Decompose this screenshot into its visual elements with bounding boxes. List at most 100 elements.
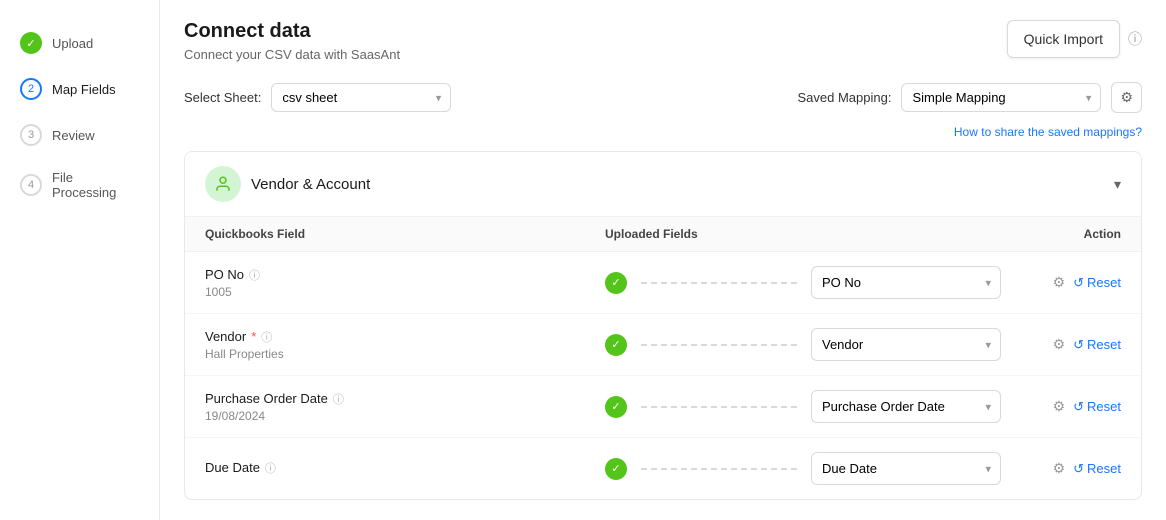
vendor-actions: ⚙ ↺ Reset <box>1001 336 1121 353</box>
qb-field-po-no: PO No ⓘ 1005 <box>205 267 605 299</box>
sidebar-label-map: Map Fields <box>52 82 116 97</box>
po-no-select-wrapper: PO No <box>811 266 1001 299</box>
po-date-check-icon: ✓ <box>605 396 627 418</box>
po-no-reset-button[interactable]: ↺ Reset <box>1073 275 1121 291</box>
header-actions: Quick Import ⓘ <box>1007 20 1142 58</box>
mapping-gear-button[interactable]: ⚙ <box>1111 82 1142 113</box>
sidebar-item-file-processing[interactable]: 4 File Processing <box>0 158 159 212</box>
section-header: Vendor & Account ▾ <box>185 152 1141 217</box>
po-date-actions: ⚙ ↺ Reset <box>1001 398 1121 415</box>
po-no-check-icon: ✓ <box>605 272 627 294</box>
vendor-check-icon: ✓ <box>605 334 627 356</box>
left-controls: Select Sheet: csv sheet <box>184 83 451 112</box>
page-header: Connect data Connect your CSV data with … <box>184 20 400 62</box>
sidebar-item-upload[interactable]: ✓ Upload <box>0 20 159 66</box>
select-sheet-wrapper: csv sheet <box>271 83 451 112</box>
step-circle-map: 2 <box>20 78 42 100</box>
po-no-value: 1005 <box>205 285 605 299</box>
table-row: Due Date ⓘ ✓ Due Date <box>185 438 1141 499</box>
field-name-po-no: PO No <box>205 267 244 282</box>
help-icon[interactable]: ⓘ <box>1128 29 1142 49</box>
vendor-dashed-line <box>641 344 797 346</box>
saved-mapping-label: Saved Mapping: <box>797 90 891 105</box>
page-title: Connect data <box>184 20 400 43</box>
field-name-po-date: Purchase Order Date <box>205 391 328 406</box>
section-collapse-button[interactable]: ▾ <box>1114 176 1121 193</box>
select-sheet-dropdown[interactable]: csv sheet <box>271 83 451 112</box>
select-sheet-label: Select Sheet: <box>184 90 261 105</box>
main-content: Connect data Connect your CSV data with … <box>160 0 1166 520</box>
table-row: Vendor * ⓘ Hall Properties ✓ Vendor <box>185 314 1141 376</box>
field-name-vendor: Vendor <box>205 329 246 344</box>
due-date-reset-icon: ↺ <box>1073 461 1084 477</box>
col-header-uploaded: Uploaded Fields <box>605 227 1001 241</box>
due-date-reset-button[interactable]: ↺ Reset <box>1073 461 1121 477</box>
vendor-icon <box>205 166 241 202</box>
sidebar-label-upload: Upload <box>52 36 93 51</box>
vendor-select-wrapper: Vendor <box>811 328 1001 361</box>
due-date-check-icon: ✓ <box>605 458 627 480</box>
po-date-dashed-line <box>641 406 797 408</box>
vendor-reset-button[interactable]: ↺ Reset <box>1073 337 1121 353</box>
vendor-reset-label: Reset <box>1087 337 1121 352</box>
quick-import-button[interactable]: Quick Import <box>1007 20 1120 58</box>
table-row: Purchase Order Date ⓘ 19/08/2024 ✓ Purch… <box>185 376 1141 438</box>
po-date-gear-button[interactable]: ⚙ <box>1053 398 1066 415</box>
header-row: Connect data Connect your CSV data with … <box>184 20 1142 62</box>
section-panel-inner: Quickbooks Field Uploaded Fields Action … <box>185 217 1141 499</box>
step-circle-processing: 4 <box>20 174 42 196</box>
sidebar-label-review: Review <box>52 128 95 143</box>
qb-field-vendor: Vendor * ⓘ Hall Properties <box>205 329 605 361</box>
po-date-mapping: ✓ Purchase Order Date <box>605 390 1001 423</box>
po-date-select-wrapper: Purchase Order Date <box>811 390 1001 423</box>
po-date-select[interactable]: Purchase Order Date <box>811 390 1001 423</box>
po-date-reset-icon: ↺ <box>1073 399 1084 415</box>
po-no-gear-button[interactable]: ⚙ <box>1053 274 1066 291</box>
due-date-actions: ⚙ ↺ Reset <box>1001 460 1121 477</box>
due-date-gear-button[interactable]: ⚙ <box>1053 460 1066 477</box>
po-no-reset-label: Reset <box>1087 275 1121 290</box>
due-date-dashed-line <box>641 468 797 470</box>
po-no-actions: ⚙ ↺ Reset <box>1001 274 1121 291</box>
po-date-info-icon[interactable]: ⓘ <box>333 391 344 407</box>
col-header-qb-field: Quickbooks Field <box>205 227 605 241</box>
po-no-reset-icon: ↺ <box>1073 275 1084 291</box>
po-no-mapping: ✓ PO No <box>605 266 1001 299</box>
vendor-gear-button[interactable]: ⚙ <box>1053 336 1066 353</box>
po-no-info-icon[interactable]: ⓘ <box>249 267 260 283</box>
qb-field-po-date: Purchase Order Date ⓘ 19/08/2024 <box>205 391 605 423</box>
po-date-value: 19/08/2024 <box>205 409 605 423</box>
po-date-reset-label: Reset <box>1087 399 1121 414</box>
po-no-select[interactable]: PO No <box>811 266 1001 299</box>
vendor-account-panel: Vendor & Account ▾ Quickbooks Field Uplo… <box>184 151 1142 500</box>
table-header: Quickbooks Field Uploaded Fields Action <box>185 217 1141 252</box>
vendor-mapping: ✓ Vendor <box>605 328 1001 361</box>
po-date-reset-button[interactable]: ↺ Reset <box>1073 399 1121 415</box>
quick-import-label: Quick Import <box>1024 31 1103 47</box>
share-mappings-link[interactable]: How to share the saved mappings? <box>184 125 1142 139</box>
vendor-value: Hall Properties <box>205 347 605 361</box>
sidebar-item-review[interactable]: 3 Review <box>0 112 159 158</box>
saved-mapping-dropdown[interactable]: Simple Mapping <box>901 83 1101 112</box>
vendor-info-icon[interactable]: ⓘ <box>261 329 272 345</box>
vendor-reset-icon: ↺ <box>1073 337 1084 353</box>
sidebar: ✓ Upload 2 Map Fields 3 Review 4 File Pr… <box>0 0 160 520</box>
vendor-select[interactable]: Vendor <box>811 328 1001 361</box>
table-row: PO No ⓘ 1005 ✓ PO No <box>185 252 1141 314</box>
step-circle-upload: ✓ <box>20 32 42 54</box>
qb-field-due-date: Due Date ⓘ <box>205 460 605 478</box>
field-name-due-date: Due Date <box>205 460 260 475</box>
col-header-action: Action <box>1001 227 1121 241</box>
due-date-select[interactable]: Due Date <box>811 452 1001 485</box>
section-title: Vendor & Account <box>251 176 370 193</box>
saved-mapping-wrapper: Simple Mapping <box>901 83 1101 112</box>
right-controls: Saved Mapping: Simple Mapping ⚙ <box>797 82 1142 113</box>
due-date-info-icon[interactable]: ⓘ <box>265 460 276 476</box>
share-link-container: How to share the saved mappings? <box>184 125 1142 139</box>
due-date-mapping: ✓ Due Date <box>605 452 1001 485</box>
due-date-reset-label: Reset <box>1087 461 1121 476</box>
sidebar-item-map-fields[interactable]: 2 Map Fields <box>0 66 159 112</box>
due-date-select-wrapper: Due Date <box>811 452 1001 485</box>
controls-row: Select Sheet: csv sheet Saved Mapping: S… <box>184 82 1142 113</box>
po-no-dashed-line <box>641 282 797 284</box>
